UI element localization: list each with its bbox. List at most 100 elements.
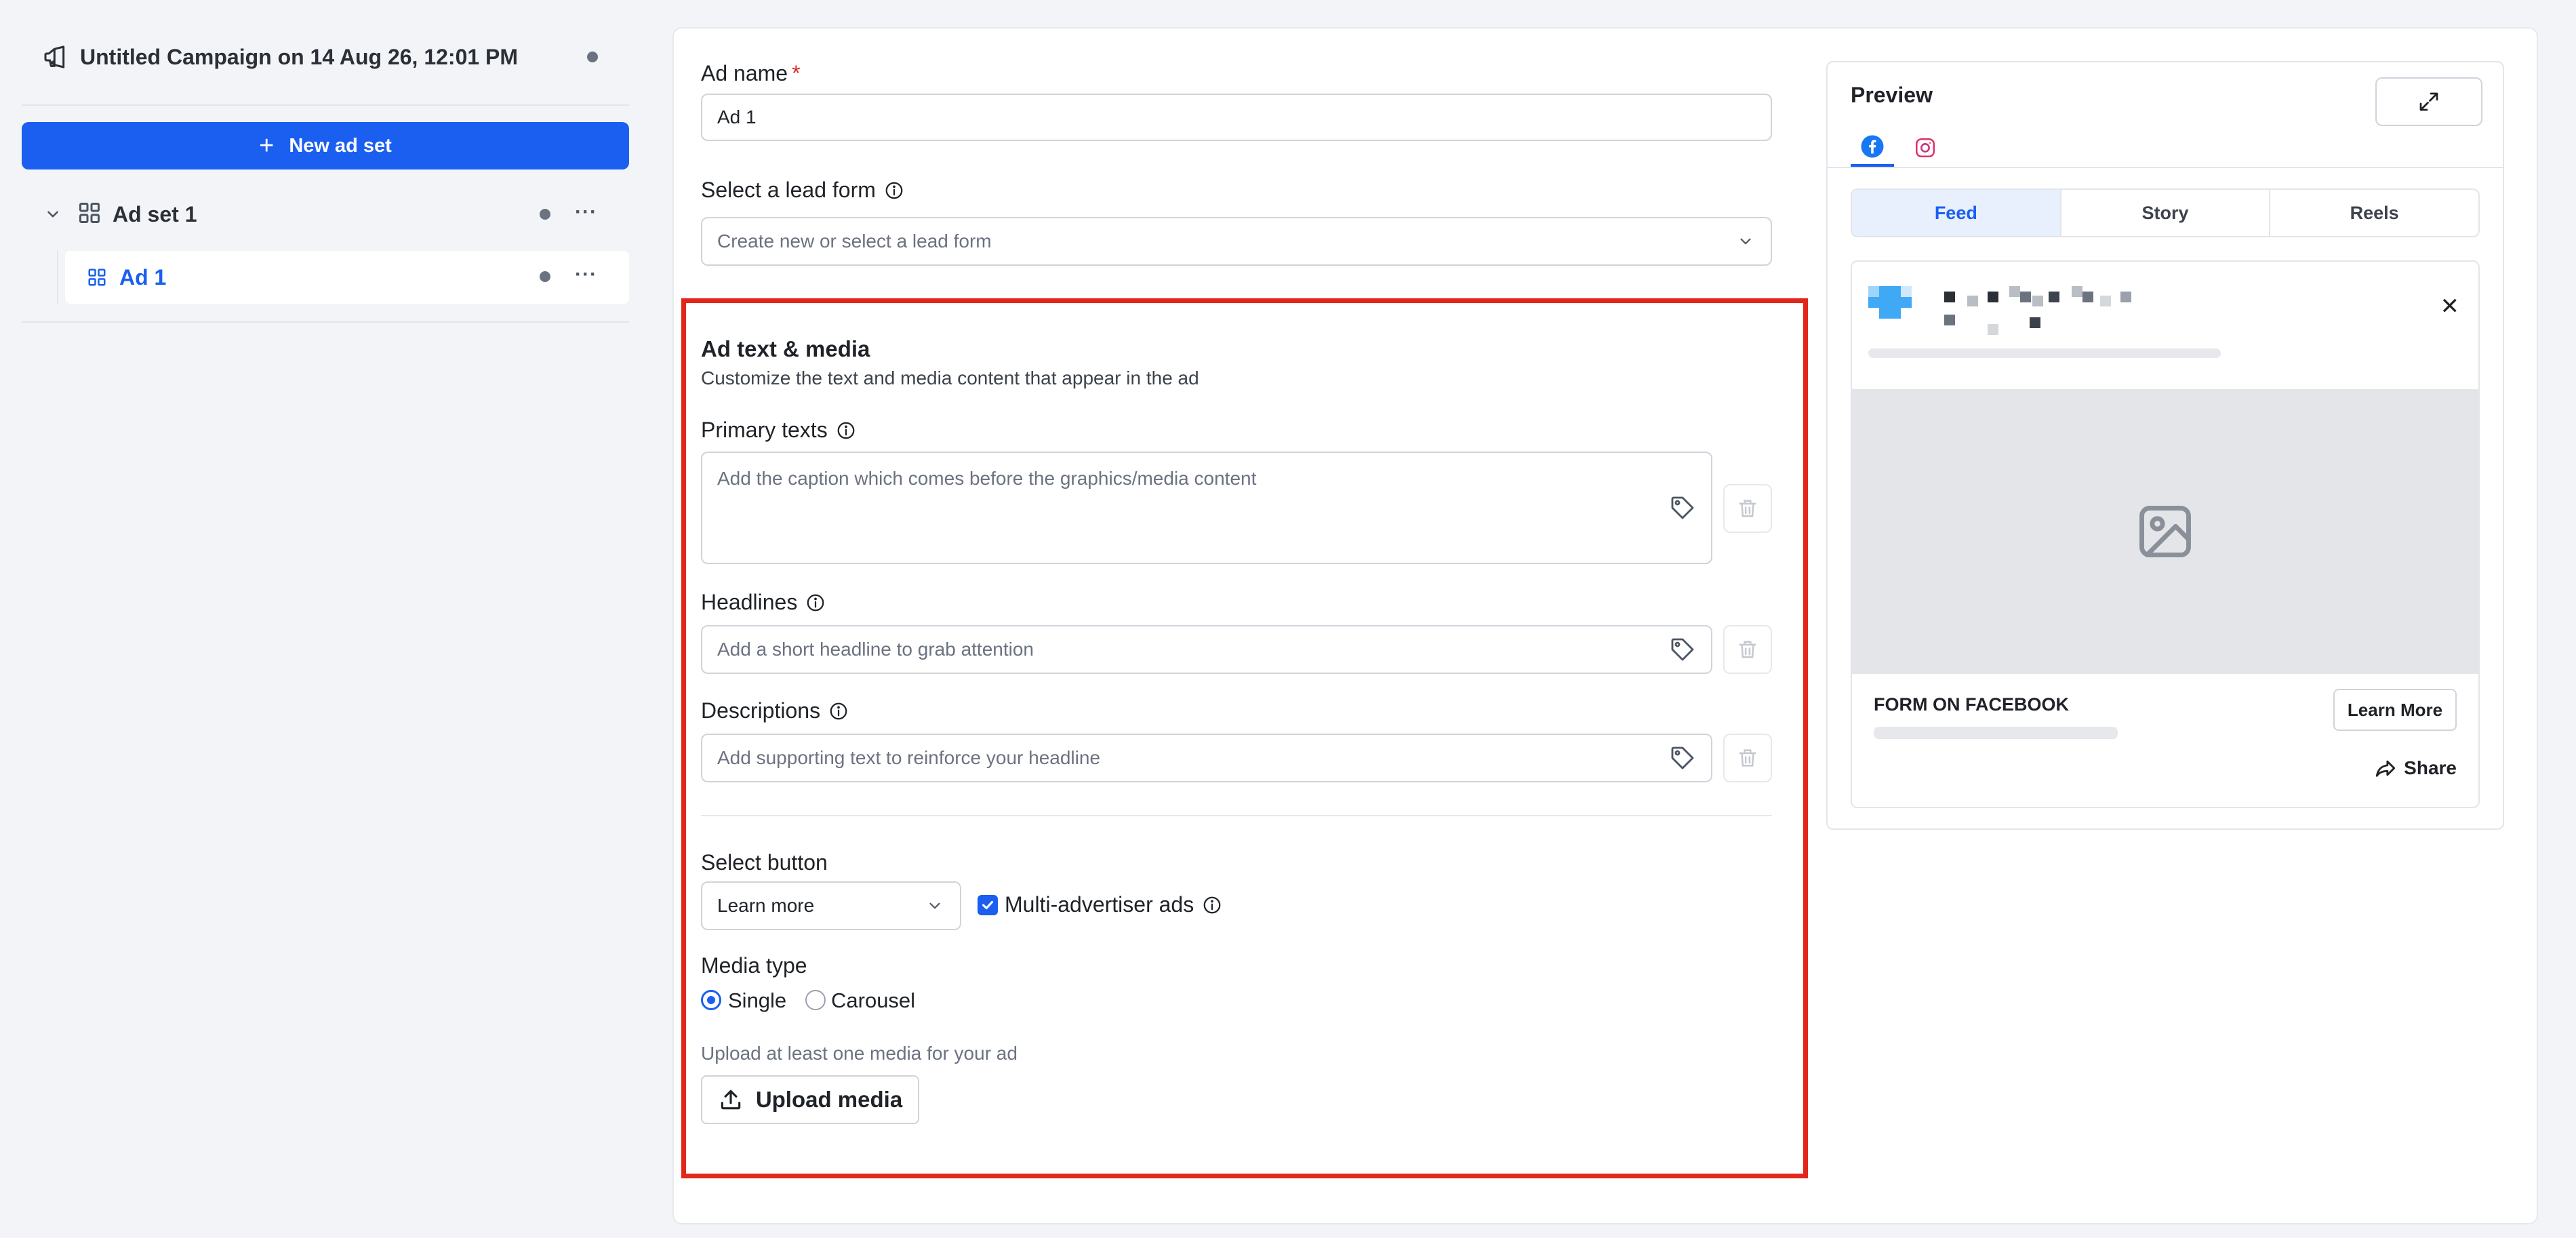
upload-media-button[interactable]: Upload media [701,1075,919,1124]
lead-form-label: Select a lead form [701,178,904,203]
media-type-carousel-radio[interactable] [805,990,826,1010]
upload-media-label: Upload media [755,1087,903,1112]
ad-name-label-text: Ad name [701,61,788,85]
tag-icon[interactable] [1669,636,1696,663]
multi-advertiser-label: Multi-advertiser ads [1005,892,1222,917]
chevron-down-icon [1737,233,1754,250]
required-mark: * [792,61,801,85]
ad-name-input[interactable]: Ad 1 [701,94,1772,141]
page-avatar [1868,281,1912,324]
grid-icon [87,267,107,287]
tab-reels[interactable]: Reels [2270,190,2478,236]
ad-set-label: Ad set 1 [113,201,197,226]
delete-primary-text-button[interactable] [1723,484,1772,533]
cta-button-select[interactable]: Learn more [701,881,961,930]
campaign-header[interactable]: Untitled Campaign on 14 Aug 26, 12:01 PM [41,39,610,75]
ad-status-dot [540,271,550,282]
delete-description-button[interactable] [1723,734,1772,782]
media-placeholder [1852,389,2478,674]
tab-story[interactable]: Story [2061,190,2271,236]
section-subtitle: Customize the text and media content tha… [701,367,1199,388]
form-title: FORM ON FACEBOOK [1874,694,2069,715]
primary-texts-placeholder: Add the caption which comes before the g… [717,468,1257,489]
info-icon[interactable] [805,593,826,613]
headline-placeholder: Add a short headline to grab attention [717,639,1034,660]
section-title: Ad text & media [701,336,870,361]
tag-icon[interactable] [1669,744,1696,772]
lead-form-placeholder: Create new or select a lead form [717,231,992,252]
tab-feed[interactable]: Feed [1852,190,2061,236]
ad-set-more-button[interactable]: ··· [575,201,597,224]
facebook-icon [1861,135,1884,158]
trash-icon [1736,746,1759,770]
info-icon[interactable] [884,180,904,201]
learn-more-button[interactable]: Learn More [2333,689,2457,731]
campaign-title: Untitled Campaign on 14 Aug 26, 12:01 PM [80,44,519,69]
sidebar-divider [22,321,629,323]
trash-icon [1736,497,1759,520]
check-icon [982,900,993,910]
media-type-carousel-label: Carousel [831,989,916,1012]
lead-form-select[interactable]: Create new or select a lead form [701,217,1772,266]
multi-advertiser-checkbox[interactable] [978,895,998,915]
media-type-single-label: Single [728,989,787,1012]
chevron-down-icon[interactable] [41,202,65,226]
sidebar-divider [22,104,629,106]
share-button[interactable]: Share [2374,757,2457,780]
tab-facebook[interactable] [1851,129,1894,167]
ad-set-status-dot [540,209,550,220]
media-type-label: Media type [701,953,807,978]
megaphone-icon [41,42,71,72]
share-label: Share [2404,757,2457,778]
primary-texts-label: Primary texts [701,418,856,443]
close-icon[interactable]: ✕ [2440,293,2460,320]
preview-divider [1828,167,2503,168]
delete-headline-button[interactable] [1723,625,1772,674]
preview-title: Preview [1851,83,1933,107]
grid-icon [77,201,102,228]
headline-input[interactable]: Add a short headline to grab attention [701,625,1712,674]
info-icon[interactable] [828,701,849,721]
placement-tabs: Feed Story Reels [1851,188,2480,237]
media-type-single-radio[interactable] [701,990,721,1010]
instagram-icon [1915,138,1935,158]
tree-line [57,251,58,304]
upload-icon [718,1087,744,1113]
ad-name-label: Ad name * [701,61,801,86]
info-icon[interactable] [1202,895,1222,915]
tag-icon[interactable] [1669,494,1696,521]
section-divider [701,815,1772,816]
headlines-label: Headlines [701,590,826,615]
share-icon [2374,757,2397,780]
image-icon [2139,506,2191,557]
info-icon[interactable] [836,420,856,441]
headlines-label-text: Headlines [701,590,798,614]
skeleton-line [1874,727,2118,739]
skeleton-line [1868,348,2221,358]
campaign-status-dot [587,52,598,62]
expand-preview-button[interactable] [2375,77,2482,126]
upload-hint: Upload at least one media for your ad [701,1043,1018,1064]
expand-icon [2419,92,2438,111]
description-placeholder: Add supporting text to reinforce your he… [717,747,1101,768]
sidebar: Untitled Campaign on 14 Aug 26, 12:01 PM… [0,0,651,1238]
select-button-label: Select button [701,850,828,875]
primary-texts-textarea[interactable]: Add the caption which comes before the g… [701,452,1712,564]
plus-icon: + [259,132,275,160]
ad-label: Ad 1 [119,264,167,289]
descriptions-label-text: Descriptions [701,698,821,723]
multi-advertiser-label-text: Multi-advertiser ads [1005,892,1194,917]
chevron-down-icon [926,897,944,915]
trash-icon [1736,638,1759,661]
ad-preview-card: ✕ FORM ON FACEBOOK Learn More Share [1851,260,2480,808]
description-input[interactable]: Add supporting text to reinforce your he… [701,734,1712,782]
new-ad-set-label: New ad set [289,134,392,157]
descriptions-label: Descriptions [701,698,849,723]
lead-form-label-text: Select a lead form [701,178,876,202]
new-ad-set-button[interactable]: + New ad set [22,122,629,169]
primary-texts-label-text: Primary texts [701,418,828,442]
preview-panel: Preview Feed Story Reels ✕ FORM ON FACEB… [1826,61,2504,830]
tab-instagram[interactable] [1904,129,1947,167]
cta-button-value: Learn more [717,895,815,916]
ad-more-button[interactable]: ··· [575,263,597,286]
